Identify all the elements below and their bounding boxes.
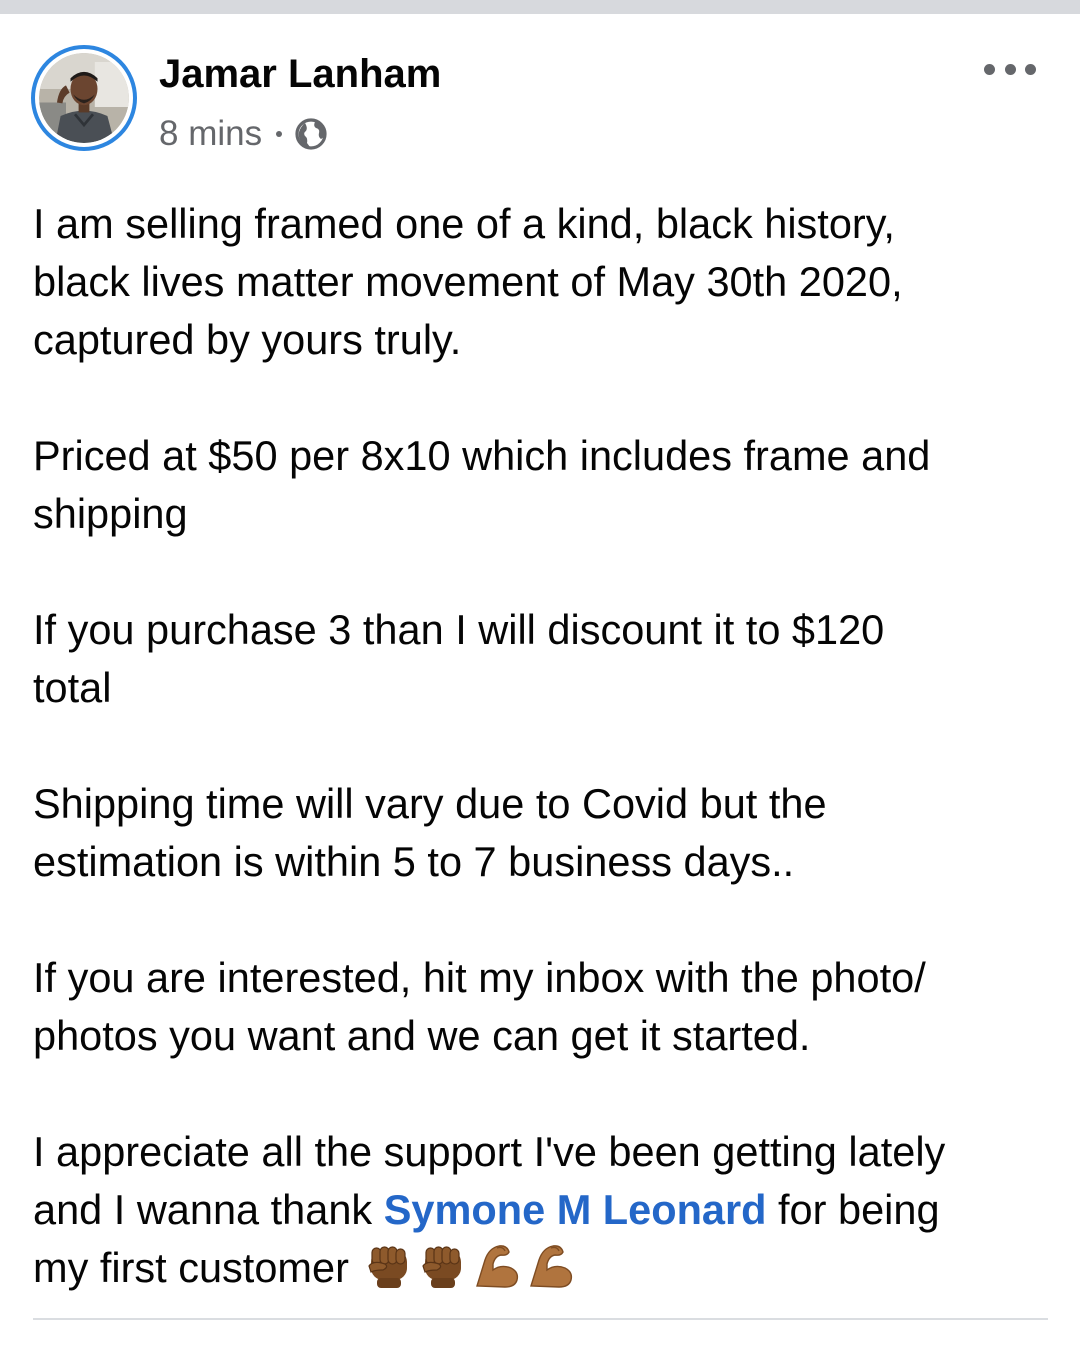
post-line: If you purchase 3 than I will discount i… (33, 606, 885, 653)
post-line: If you are interested, hit my inbox with… (33, 954, 926, 1001)
post-line: and I wanna thank (33, 1186, 384, 1233)
post-line: I appreciate all the support I've been g… (33, 1128, 946, 1175)
flexed-biceps-emoji-icon (529, 1245, 572, 1288)
raised-fist-emoji-icon (368, 1246, 407, 1288)
mention-link[interactable]: Symone M Leonard (384, 1186, 767, 1233)
author-name[interactable]: Jamar Lanham (159, 50, 441, 98)
post-body: I am selling framed one of a kind, black… (33, 195, 1063, 1297)
post-line: Shipping time will vary due to Covid but… (33, 780, 827, 827)
post-line: my first customer (33, 1244, 349, 1291)
post-line: estimation is within 5 to 7 business day… (33, 838, 795, 885)
post-paragraph-5: If you are interested, hit my inbox with… (33, 949, 1063, 1065)
author-avatar[interactable] (31, 45, 137, 151)
post-line: black lives matter movement of May 30th … (33, 258, 903, 305)
more-options-button[interactable] (984, 56, 1036, 82)
post-meta: 8 mins (159, 112, 328, 156)
post-line: photos you want and we can get it starte… (33, 1012, 811, 1059)
globe-icon[interactable] (294, 117, 328, 151)
post-paragraph-6: I appreciate all the support I've been g… (33, 1123, 1063, 1297)
post-divider (33, 1318, 1048, 1320)
top-strip (0, 0, 1080, 14)
meta-separator-dot (276, 131, 283, 137)
post-line: Priced at $50 per 8x10 which includes fr… (33, 432, 931, 479)
post-line: captured by yours truly. (33, 316, 462, 363)
more-options-icon (984, 63, 995, 75)
more-options-icon-dot (1004, 63, 1016, 75)
post-timestamp[interactable]: 8 mins (159, 114, 262, 154)
post-line: for being (766, 1186, 940, 1233)
post-paragraph-4: Shipping time will vary due to Covid but… (33, 775, 1063, 891)
post-paragraph-2: Priced at $50 per 8x10 which includes fr… (33, 427, 1063, 543)
post-paragraph-3: If you purchase 3 than I will discount i… (33, 601, 1063, 717)
flexed-biceps-emoji-icon (475, 1245, 518, 1288)
emoji-group (363, 1240, 577, 1290)
post-line: I am selling framed one of a kind, black… (33, 200, 895, 247)
post-line: total (33, 664, 112, 711)
raised-fist-emoji-icon (422, 1246, 461, 1288)
post-line: shipping (33, 490, 188, 537)
profile-photo (39, 53, 129, 143)
post-paragraph-1: I am selling framed one of a kind, black… (33, 195, 1063, 369)
more-options-icon-dot (1025, 63, 1036, 75)
